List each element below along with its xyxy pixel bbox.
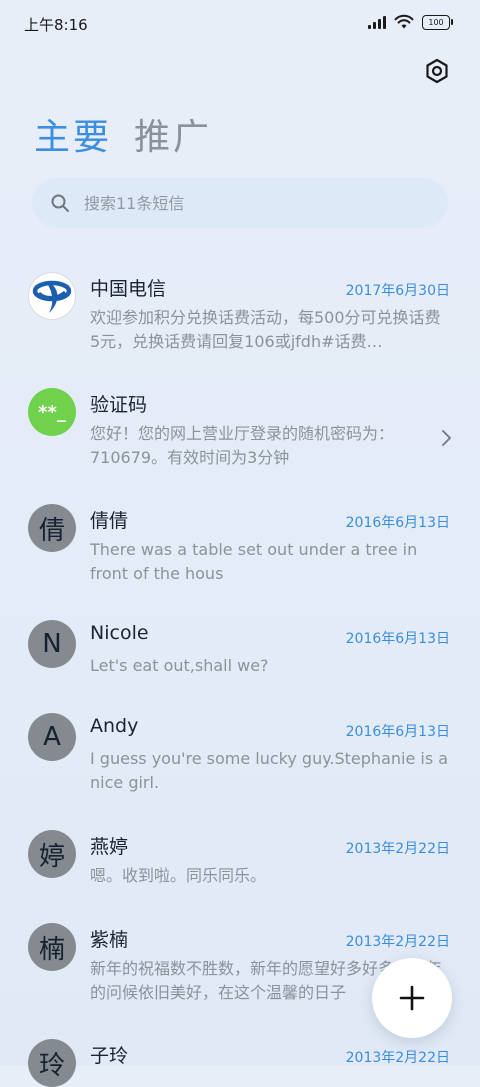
contact-name: 紫楠	[90, 929, 129, 951]
tab-bar: 主要 推广	[34, 108, 212, 160]
contact-name: 倩倩	[90, 510, 129, 532]
message-preview: I guess you're some lucky guy.Stephanie …	[90, 749, 449, 792]
settings-icon	[426, 58, 448, 84]
settings-button[interactable]	[422, 56, 452, 86]
message-preview: 嗯。收到啦。同乐同乐。	[90, 866, 267, 885]
contact-name: 中国电信	[90, 278, 167, 300]
contact-name: Nicole	[90, 622, 149, 644]
message-date: 2013年2月22日	[345, 1050, 450, 1066]
avatar: 玲	[28, 1039, 76, 1087]
battery-icon: 100	[422, 14, 453, 30]
avatar: **_	[28, 388, 76, 436]
wifi-icon	[394, 14, 414, 29]
search-bar[interactable]	[32, 178, 448, 228]
message-preview: 您好！您的网上营业厅登录的随机密码为：710679。有效时间为3分钟	[90, 424, 395, 467]
contact-name: 验证码	[90, 394, 148, 416]
avatar: 楠	[28, 923, 76, 971]
status-icons: 100	[368, 14, 453, 30]
avatar: A	[28, 713, 76, 761]
message-date: 2016年6月13日	[345, 631, 450, 647]
message-preview: Let's eat out,shall we?	[90, 656, 269, 675]
chevron-right-icon	[442, 430, 451, 446]
tab-promotions[interactable]: 推广	[134, 108, 212, 160]
avatar	[28, 272, 76, 320]
plus-icon	[399, 985, 425, 1011]
contact-name: Andy	[90, 715, 139, 737]
signal-icon	[368, 15, 386, 29]
message-preview: 欢迎参加积分兑换话费活动，每500分可兑换话费5元，兑换话费请回复106或jfd…	[90, 308, 441, 351]
contact-name: 子玲	[90, 1045, 129, 1067]
contact-name: 燕婷	[90, 836, 129, 858]
message-date: 2013年2月22日	[345, 841, 450, 857]
avatar: 倩	[28, 504, 76, 552]
new-message-button[interactable]	[372, 958, 452, 1038]
status-bar: 上午8:16 100	[0, 0, 480, 46]
message-date: 2016年6月13日	[345, 724, 450, 740]
search-input[interactable]	[82, 192, 386, 214]
message-date: 2016年6月13日	[345, 515, 450, 531]
tab-primary[interactable]: 主要	[34, 108, 112, 160]
status-time: 上午8:16	[24, 16, 88, 34]
message-preview: There was a table set out under a tree i…	[90, 540, 418, 583]
avatar: 婷	[28, 830, 76, 878]
search-icon	[51, 194, 69, 212]
message-date: 2017年6月30日	[345, 283, 450, 299]
message-date: 2013年2月22日	[345, 934, 450, 950]
china-telecom-logo-icon	[32, 280, 72, 313]
avatar: N	[28, 620, 76, 668]
